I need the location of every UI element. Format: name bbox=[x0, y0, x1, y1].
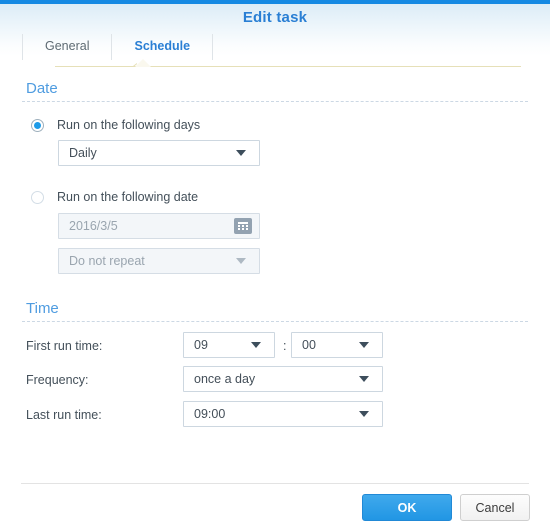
section-divider-time bbox=[22, 321, 528, 322]
calendar-icon[interactable] bbox=[234, 218, 252, 234]
radio-indicator-date[interactable] bbox=[31, 190, 44, 204]
first-run-minute-value: 00 bbox=[302, 338, 316, 352]
radio-label-date: Run on the following date bbox=[57, 190, 199, 204]
chevron-down-icon[interactable] bbox=[246, 342, 266, 348]
date-input[interactable]: 2016/3/5 bbox=[58, 213, 260, 239]
dialog-footer: OK Cancel bbox=[0, 483, 550, 529]
chevron-down-icon[interactable] bbox=[231, 258, 251, 264]
time-separator: : bbox=[283, 339, 287, 353]
last-run-dropdown[interactable]: 09:00 bbox=[183, 401, 383, 427]
dialog-content: Date Run on the following days Daily Run… bbox=[0, 67, 550, 483]
first-run-hour-value: 09 bbox=[194, 338, 208, 352]
first-run-minute-dropdown[interactable]: 00 bbox=[291, 332, 383, 358]
radio-run-following-days[interactable]: Run on the following days bbox=[31, 118, 200, 132]
cancel-button[interactable]: Cancel bbox=[460, 494, 530, 521]
chevron-down-icon[interactable] bbox=[354, 376, 374, 382]
days-frequency-value: Daily bbox=[69, 146, 97, 160]
repeat-dropdown[interactable]: Do not repeat bbox=[58, 248, 260, 274]
days-frequency-dropdown[interactable]: Daily bbox=[58, 140, 260, 166]
label-first-run-time: First run time: bbox=[26, 339, 103, 353]
chevron-down-icon[interactable] bbox=[354, 411, 374, 417]
ok-button[interactable]: OK bbox=[362, 494, 452, 521]
repeat-value: Do not repeat bbox=[69, 254, 145, 268]
section-title-time: Time bbox=[26, 300, 59, 317]
frequency-dropdown[interactable]: once a day bbox=[183, 366, 383, 392]
radio-label-days: Run on the following days bbox=[57, 118, 201, 132]
tab-general[interactable]: General bbox=[22, 34, 111, 60]
last-run-value: 09:00 bbox=[194, 407, 226, 421]
section-title-date: Date bbox=[26, 80, 58, 97]
edit-task-dialog: Edit task General Schedule Date Run on t… bbox=[0, 0, 550, 529]
label-frequency: Frequency: bbox=[26, 373, 89, 387]
first-run-hour-dropdown[interactable]: 09 bbox=[183, 332, 275, 358]
tab-schedule[interactable]: Schedule bbox=[111, 34, 214, 60]
dialog-title: Edit task bbox=[242, 9, 308, 26]
chevron-down-icon[interactable] bbox=[354, 342, 374, 348]
tab-bar: General Schedule bbox=[22, 34, 214, 60]
footer-divider bbox=[21, 483, 529, 484]
radio-run-following-date[interactable]: Run on the following date bbox=[31, 190, 198, 204]
date-input-value: 2016/3/5 bbox=[69, 219, 118, 233]
tab-active-notch bbox=[135, 59, 151, 67]
frequency-value: once a day bbox=[194, 372, 256, 386]
section-divider-date bbox=[22, 101, 528, 102]
radio-indicator-days[interactable] bbox=[31, 118, 44, 132]
chevron-down-icon[interactable] bbox=[231, 150, 251, 156]
label-last-run-time: Last run time: bbox=[26, 408, 102, 422]
